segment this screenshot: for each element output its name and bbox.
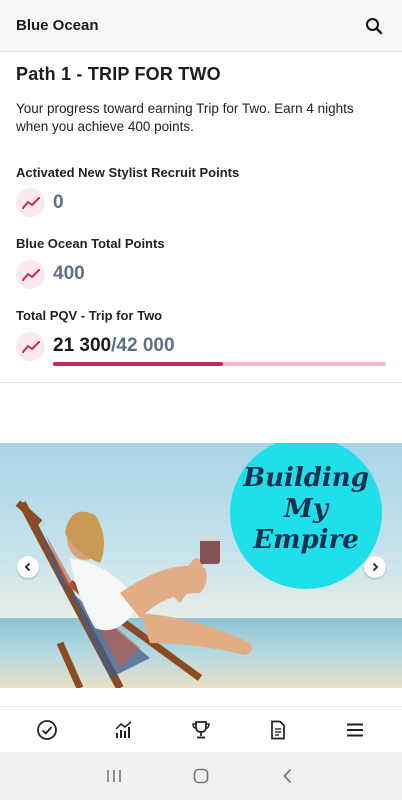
bottom-tab-bar [0, 706, 402, 752]
page-title: Path 1 - TRIP FOR TWO [16, 64, 221, 84]
pqv-current: 21 300 [53, 335, 112, 356]
tab-rewards[interactable] [181, 710, 221, 750]
search-icon[interactable] [362, 14, 386, 38]
check-circle-icon [36, 719, 57, 740]
tab-menu[interactable] [335, 710, 375, 750]
trend-up-icon [16, 260, 45, 289]
empire-badge-text: Building My Empire [230, 463, 382, 556]
metric-value-total-points: 400 [53, 263, 85, 284]
badge-line-3: Empire [253, 525, 359, 555]
metric-value-pqv: 21 300/42 000 [53, 335, 175, 357]
pqv-target: /42 000 [111, 335, 175, 356]
metric-label-total-points: Blue Ocean Total Points [16, 236, 165, 251]
system-nav-bar [0, 752, 402, 800]
recent-apps-button[interactable] [99, 761, 129, 791]
metric-label-recruit-points: Activated New Stylist Recruit Points [16, 165, 240, 180]
tab-tasks[interactable] [27, 710, 67, 750]
pqv-progress-fill [53, 362, 223, 366]
chevron-left-icon [24, 562, 31, 572]
menu-icon [347, 723, 364, 736]
trophy-icon [192, 720, 210, 738]
app-title: Blue Ocean [16, 17, 99, 34]
tab-documents[interactable] [258, 710, 298, 750]
path-description: Your progress toward earning Trip for Tw… [16, 101, 354, 134]
metric-label-pqv: Total PQV - Trip for Two [16, 308, 163, 323]
badge-line-2: My [284, 494, 328, 524]
app-bar: Blue Ocean [0, 0, 402, 52]
document-icon [271, 720, 286, 739]
metric-value-recruit-points: 0 [53, 192, 64, 213]
promo-carousel[interactable]: Building My Empire [0, 443, 402, 688]
home-icon [193, 768, 209, 784]
pqv-progress-bar [53, 362, 386, 366]
badge-line-1: Building [243, 463, 369, 493]
carousel-prev-button[interactable] [17, 556, 39, 578]
back-button[interactable] [273, 761, 303, 791]
home-button[interactable] [186, 761, 216, 791]
bar-chart-icon [115, 720, 132, 738]
trend-up-icon [16, 332, 45, 361]
chevron-right-icon [372, 562, 379, 572]
trend-up-icon [16, 188, 45, 217]
section-divider [0, 382, 402, 383]
recent-apps-icon [106, 770, 121, 782]
tab-stats[interactable] [104, 710, 144, 750]
carousel-next-button[interactable] [364, 556, 386, 578]
back-chevron-icon [283, 768, 292, 784]
